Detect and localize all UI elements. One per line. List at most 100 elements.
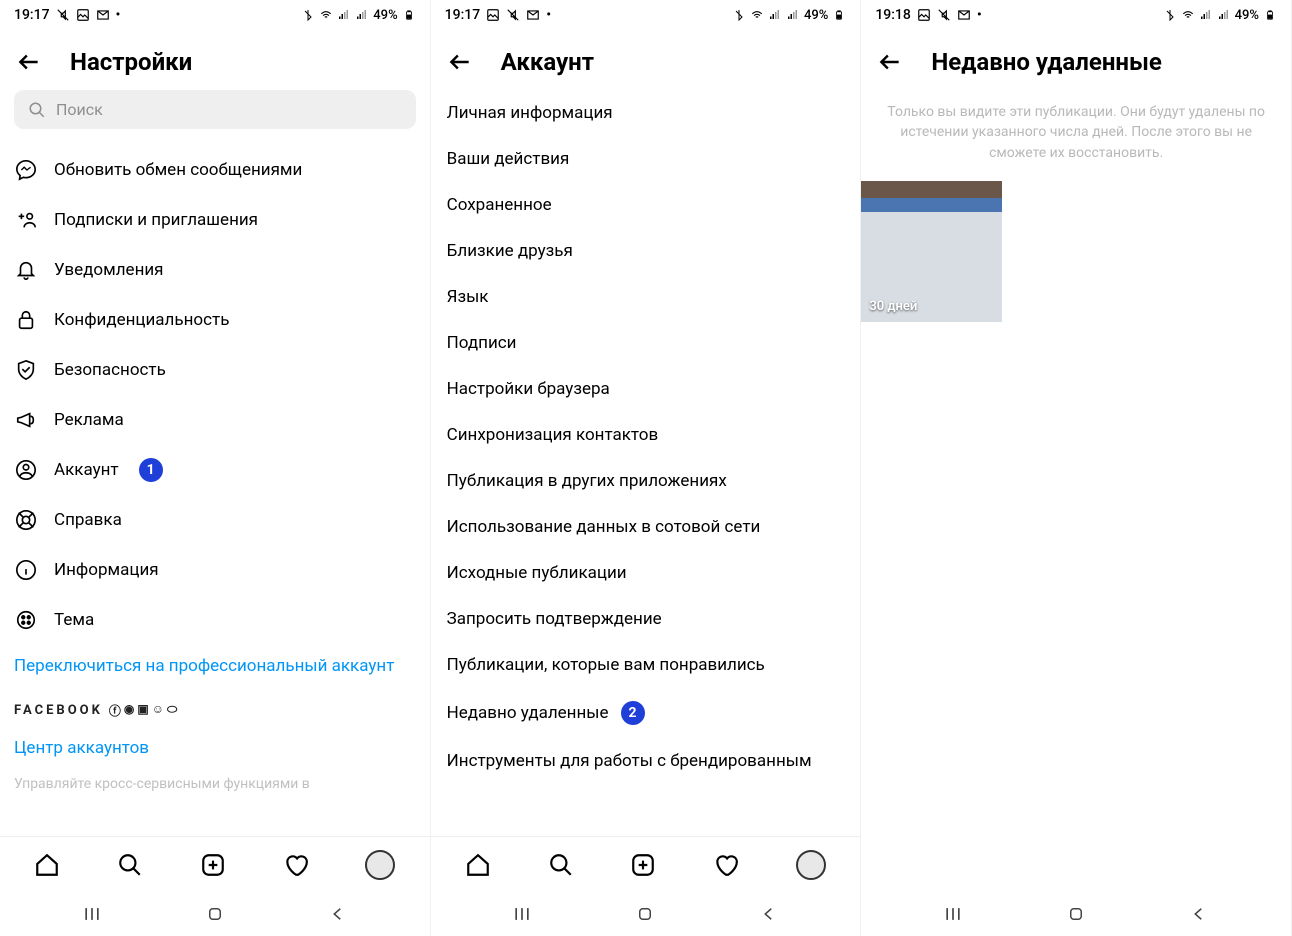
menu-label: Уведомления	[54, 260, 164, 280]
bluetooth-icon	[301, 8, 315, 22]
wifi-icon	[319, 8, 333, 22]
account-request-verification[interactable]: Запросить подтверждение	[445, 596, 847, 642]
system-nav	[0, 892, 430, 936]
battery-icon	[402, 8, 416, 22]
account-captions[interactable]: Подписи	[445, 320, 847, 366]
shield-icon	[14, 358, 38, 382]
menu-label: Обновить обмен сообщениями	[54, 160, 302, 180]
dot-icon: •	[116, 7, 121, 23]
account-branded-tools[interactable]: Инструменты для работы с брендированным	[445, 738, 847, 784]
menu-label: Подписки и приглашения	[54, 210, 258, 230]
signal-icon	[337, 8, 351, 22]
screen-account: 19:17 • 49% Аккаунт Личная информация Ва…	[431, 0, 862, 936]
account-original-posts[interactable]: Исходные публикации	[445, 550, 847, 596]
mute-icon	[56, 8, 70, 22]
header: Аккаунт	[431, 30, 861, 90]
menu-messenger[interactable]: Обновить обмен сообщениями	[14, 145, 416, 195]
nav-home[interactable]	[465, 852, 491, 878]
bluetooth-icon	[732, 8, 746, 22]
lifebuoy-icon	[14, 508, 38, 532]
step-badge-1: 1	[139, 458, 163, 482]
sys-home[interactable]	[634, 903, 656, 925]
account-cellular-data[interactable]: Использование данных в сотовой сети	[445, 504, 847, 550]
system-nav	[861, 892, 1291, 936]
header: Настройки	[0, 30, 430, 90]
signal2-icon	[1217, 8, 1231, 22]
mail-icon	[96, 8, 110, 22]
account-browser[interactable]: Настройки браузера	[445, 366, 847, 412]
search-input[interactable]: Поиск	[14, 90, 416, 129]
menu-label: Тема	[54, 610, 94, 630]
image-icon	[917, 8, 931, 22]
info-icon	[14, 558, 38, 582]
menu-label: Реклама	[54, 410, 124, 430]
sys-home[interactable]	[1065, 903, 1087, 925]
facebook-label: FACEBOOK ⓕ◉▣☺⬭	[14, 688, 416, 727]
account-posts-liked[interactable]: Публикации, которые вам понравились	[445, 642, 847, 688]
signal-icon	[1199, 8, 1213, 22]
menu-notifications[interactable]: Уведомления	[14, 245, 416, 295]
nav-home[interactable]	[34, 852, 60, 878]
theme-icon	[14, 608, 38, 632]
sys-back[interactable]	[327, 903, 349, 925]
nav-activity[interactable]	[713, 852, 739, 878]
signal-icon	[768, 8, 782, 22]
account-contacts-sync[interactable]: Синхронизация контактов	[445, 412, 847, 458]
accounts-center-link[interactable]: Центр аккаунтов	[14, 727, 416, 770]
mail-icon	[526, 8, 540, 22]
bottom-nav	[431, 836, 861, 892]
back-button[interactable]	[877, 49, 903, 75]
account-saved[interactable]: Сохраненное	[445, 182, 847, 228]
nav-profile[interactable]	[796, 850, 826, 880]
back-button[interactable]	[447, 49, 473, 75]
sys-recents[interactable]	[942, 903, 964, 925]
sys-home[interactable]	[204, 903, 226, 925]
account-share-other-apps[interactable]: Публикация в других приложениях	[445, 458, 847, 504]
header: Недавно удаленные	[861, 30, 1291, 90]
bell-icon	[14, 258, 38, 282]
nav-search[interactable]	[548, 852, 574, 878]
back-button[interactable]	[16, 49, 42, 75]
personplus-icon	[14, 208, 38, 232]
menu-privacy[interactable]: Конфиденциальность	[14, 295, 416, 345]
account-recently-deleted[interactable]: Недавно удаленные 2	[445, 688, 847, 738]
menu-label: Справка	[54, 510, 122, 530]
nav-profile[interactable]	[365, 850, 395, 880]
nav-activity[interactable]	[283, 852, 309, 878]
signal2-icon	[786, 8, 800, 22]
status-bar: 19:17 • 49%	[431, 0, 861, 30]
account-your-activity[interactable]: Ваши действия	[445, 136, 847, 182]
battery-percent: 49%	[804, 8, 828, 23]
menu-security[interactable]: Безопасность	[14, 345, 416, 395]
menu-subscriptions[interactable]: Подписки и приглашения	[14, 195, 416, 245]
messenger-icon	[14, 158, 38, 182]
menu-label: Информация	[54, 560, 159, 580]
sys-recents[interactable]	[81, 903, 103, 925]
menu-label: Безопасность	[54, 360, 166, 380]
menu-ads[interactable]: Реклама	[14, 395, 416, 445]
account-label: Недавно удаленные	[447, 703, 609, 723]
deleted-post-thumb[interactable]: 30 дней	[861, 181, 1002, 322]
page-title: Настройки	[70, 48, 192, 76]
account-language[interactable]: Язык	[445, 274, 847, 320]
image-icon	[486, 8, 500, 22]
status-time: 19:17	[445, 7, 481, 23]
nav-add[interactable]	[630, 852, 656, 878]
wifi-icon	[750, 8, 764, 22]
status-time: 19:17	[14, 7, 50, 23]
account-personal-info[interactable]: Личная информация	[445, 90, 847, 136]
sys-back[interactable]	[1188, 903, 1210, 925]
wifi-icon	[1181, 8, 1195, 22]
nav-search[interactable]	[117, 852, 143, 878]
fb-ig-icon: ▣	[137, 702, 148, 719]
menu-theme[interactable]: Тема	[14, 595, 416, 645]
sys-recents[interactable]	[511, 903, 533, 925]
menu-account[interactable]: Аккаунт 1	[14, 445, 416, 495]
switch-pro-link[interactable]: Переключиться на профессиональный аккаун…	[14, 645, 416, 688]
nav-add[interactable]	[200, 852, 226, 878]
sys-back[interactable]	[758, 903, 780, 925]
account-close-friends[interactable]: Близкие друзья	[445, 228, 847, 274]
fb-icons: ⓕ◉▣☺⬭	[109, 702, 177, 719]
menu-info[interactable]: Информация	[14, 545, 416, 595]
menu-help[interactable]: Справка	[14, 495, 416, 545]
